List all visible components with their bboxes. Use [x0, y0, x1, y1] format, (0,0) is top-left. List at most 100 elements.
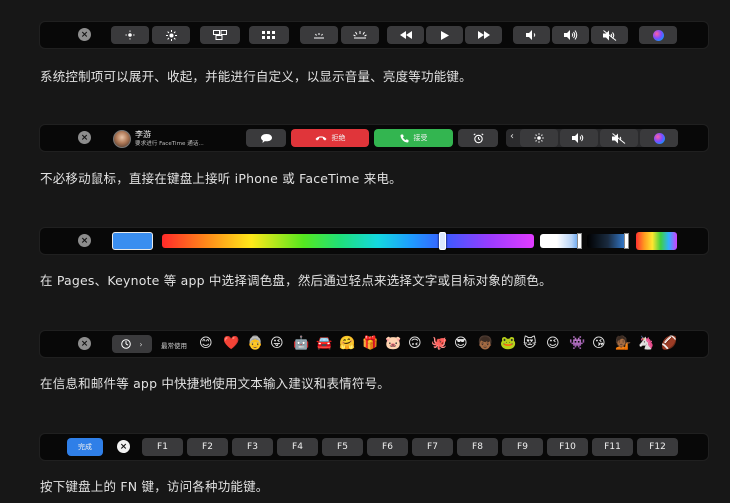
alarm-clock-icon — [472, 132, 484, 143]
emoji-item[interactable]: 🐙 — [431, 336, 447, 352]
accept-label: 接受 — [413, 134, 428, 142]
mission-control-button[interactable] — [200, 26, 240, 44]
mute-icon — [612, 132, 626, 144]
hang-up-icon — [315, 136, 326, 141]
expand-chevron-icon[interactable]: ‹ — [510, 131, 514, 142]
emoji-item[interactable]: 🤗 — [339, 336, 355, 352]
collapsed-control-strip[interactable]: ‹ — [506, 129, 678, 147]
siri-icon — [653, 132, 665, 144]
hue-slider[interactable] — [162, 232, 534, 250]
emoji-item[interactable]: 😜 — [270, 336, 284, 352]
emoji-item[interactable]: 🏈 — [661, 336, 677, 352]
f3-key[interactable]: F3 — [232, 438, 273, 456]
emoji-item[interactable]: 😎 — [454, 336, 468, 352]
f7-key[interactable]: F7 — [412, 438, 453, 456]
brightness-button[interactable] — [520, 129, 558, 147]
emoji-item[interactable]: 😘 — [592, 336, 606, 352]
touch-bar-color-picker: × — [40, 228, 708, 254]
f4-key[interactable]: F4 — [277, 438, 318, 456]
emoji-item[interactable]: 🦄 — [638, 336, 654, 352]
emoji-item[interactable]: 💁🏾 — [615, 336, 631, 352]
brightness-slider[interactable] — [540, 233, 582, 249]
caller-subtitle: 要求进行 FaceTime 通话... — [135, 141, 204, 147]
done-button[interactable]: 完成 — [67, 438, 103, 456]
emoji-category-button[interactable]: › — [112, 335, 152, 353]
brightness-up-button[interactable] — [152, 26, 190, 44]
f12-key[interactable]: F12 — [637, 438, 678, 456]
decline-call-button[interactable]: 拒绝 — [291, 129, 369, 147]
accept-call-button[interactable]: 接受 — [374, 129, 453, 147]
caller-avatar — [113, 130, 131, 148]
f9-key[interactable]: F9 — [502, 438, 543, 456]
clock-icon — [121, 339, 132, 349]
brightness-down-button[interactable] — [111, 26, 149, 44]
emoji-item[interactable]: 😉 — [546, 336, 560, 352]
emoji-item[interactable]: 👵 — [247, 336, 263, 352]
emoji-item[interactable]: 😊 — [199, 336, 213, 352]
f6-key[interactable]: F6 — [367, 438, 408, 456]
close-icon[interactable]: × — [78, 28, 91, 41]
mute-button[interactable] — [600, 129, 638, 147]
touch-bar-emoji-picker: × › 最常使用 😊 ❤️ 👵 😜 🤖 🚘 🤗 🎁 🐷 🙃 🐙 😎 👦🏾 🐸 😻… — [40, 331, 708, 357]
mute-icon — [602, 29, 616, 41]
fast-forward-icon — [477, 31, 490, 39]
keyboard-backlight-up-icon — [353, 31, 367, 39]
volume-up-icon — [563, 30, 577, 40]
message-bubble-icon — [260, 133, 272, 143]
remind-me-button[interactable] — [458, 129, 498, 147]
volume-icon — [572, 133, 584, 143]
hue-slider-handle[interactable] — [439, 232, 446, 250]
keyboard-backlight-down-button[interactable] — [300, 26, 338, 44]
caption-function-keys: 按下键盘上的 FN 键，访问各种功能键。 — [40, 479, 269, 494]
volume-down-icon — [526, 30, 536, 40]
chevron-right-icon: › — [139, 339, 143, 349]
saturation-slider[interactable] — [587, 233, 629, 249]
close-icon[interactable]: × — [78, 234, 91, 247]
brightness-slider-handle[interactable] — [577, 233, 582, 249]
emoji-item[interactable]: ❤️ — [223, 336, 239, 352]
f10-key[interactable]: F10 — [547, 438, 588, 456]
emoji-item[interactable]: 🙃 — [408, 336, 422, 352]
emoji-item[interactable]: 🐷 — [385, 336, 401, 352]
close-icon[interactable]: × — [78, 131, 91, 144]
mute-button[interactable] — [591, 26, 628, 44]
siri-button[interactable] — [639, 26, 677, 44]
play-pause-button[interactable] — [426, 26, 463, 44]
siri-button[interactable] — [640, 129, 678, 147]
emoji-item[interactable]: 🤖 — [293, 336, 309, 352]
volume-button[interactable] — [560, 129, 598, 147]
close-icon[interactable]: × — [78, 337, 91, 350]
touch-bar-incoming-call: × 李游 要求进行 FaceTime 通话... 拒绝 接受 ‹ — [40, 125, 708, 151]
keyboard-backlight-up-button[interactable] — [341, 26, 379, 44]
volume-up-button[interactable] — [552, 26, 589, 44]
brightness-icon — [534, 133, 544, 143]
brightness-up-icon — [165, 29, 177, 41]
saturation-slider-handle[interactable] — [624, 233, 629, 249]
fast-forward-button[interactable] — [465, 26, 502, 44]
keyboard-backlight-down-icon — [314, 32, 324, 38]
caption-emoji-picker: 在信息和邮件等 app 中快捷地使用文本输入建议和表情符号。 — [40, 376, 390, 391]
emoji-item[interactable]: 👾 — [569, 336, 585, 352]
emoji-item[interactable]: 🎁 — [362, 336, 378, 352]
siri-icon — [652, 29, 664, 41]
volume-down-button[interactable] — [513, 26, 550, 44]
f8-key[interactable]: F8 — [457, 438, 498, 456]
f5-key[interactable]: F5 — [322, 438, 363, 456]
emoji-item[interactable]: 🚘 — [316, 336, 332, 352]
emoji-item[interactable]: 👦🏾 — [477, 336, 493, 352]
phone-icon — [400, 134, 408, 142]
emoji-item[interactable]: 🐸 — [500, 336, 516, 352]
play-icon — [440, 30, 449, 40]
color-palette-button[interactable] — [636, 232, 677, 250]
selected-color-swatch[interactable] — [112, 232, 153, 250]
f2-key[interactable]: F2 — [187, 438, 228, 456]
caption-color-picker: 在 Pages、Keynote 等 app 中选择调色盘，然后通过轻点来选择文字… — [40, 273, 552, 288]
emoji-item[interactable]: 😻 — [523, 336, 537, 352]
f11-key[interactable]: F11 — [592, 438, 633, 456]
caption-system-controls: 系统控制项可以展开、收起，并能进行自定义，以显示音量、亮度等功能键。 — [40, 69, 472, 84]
message-reply-button[interactable] — [246, 129, 286, 147]
f1-key[interactable]: F1 — [142, 438, 183, 456]
launchpad-button[interactable] — [249, 26, 289, 44]
close-icon[interactable]: × — [117, 440, 130, 453]
rewind-button[interactable] — [387, 26, 424, 44]
